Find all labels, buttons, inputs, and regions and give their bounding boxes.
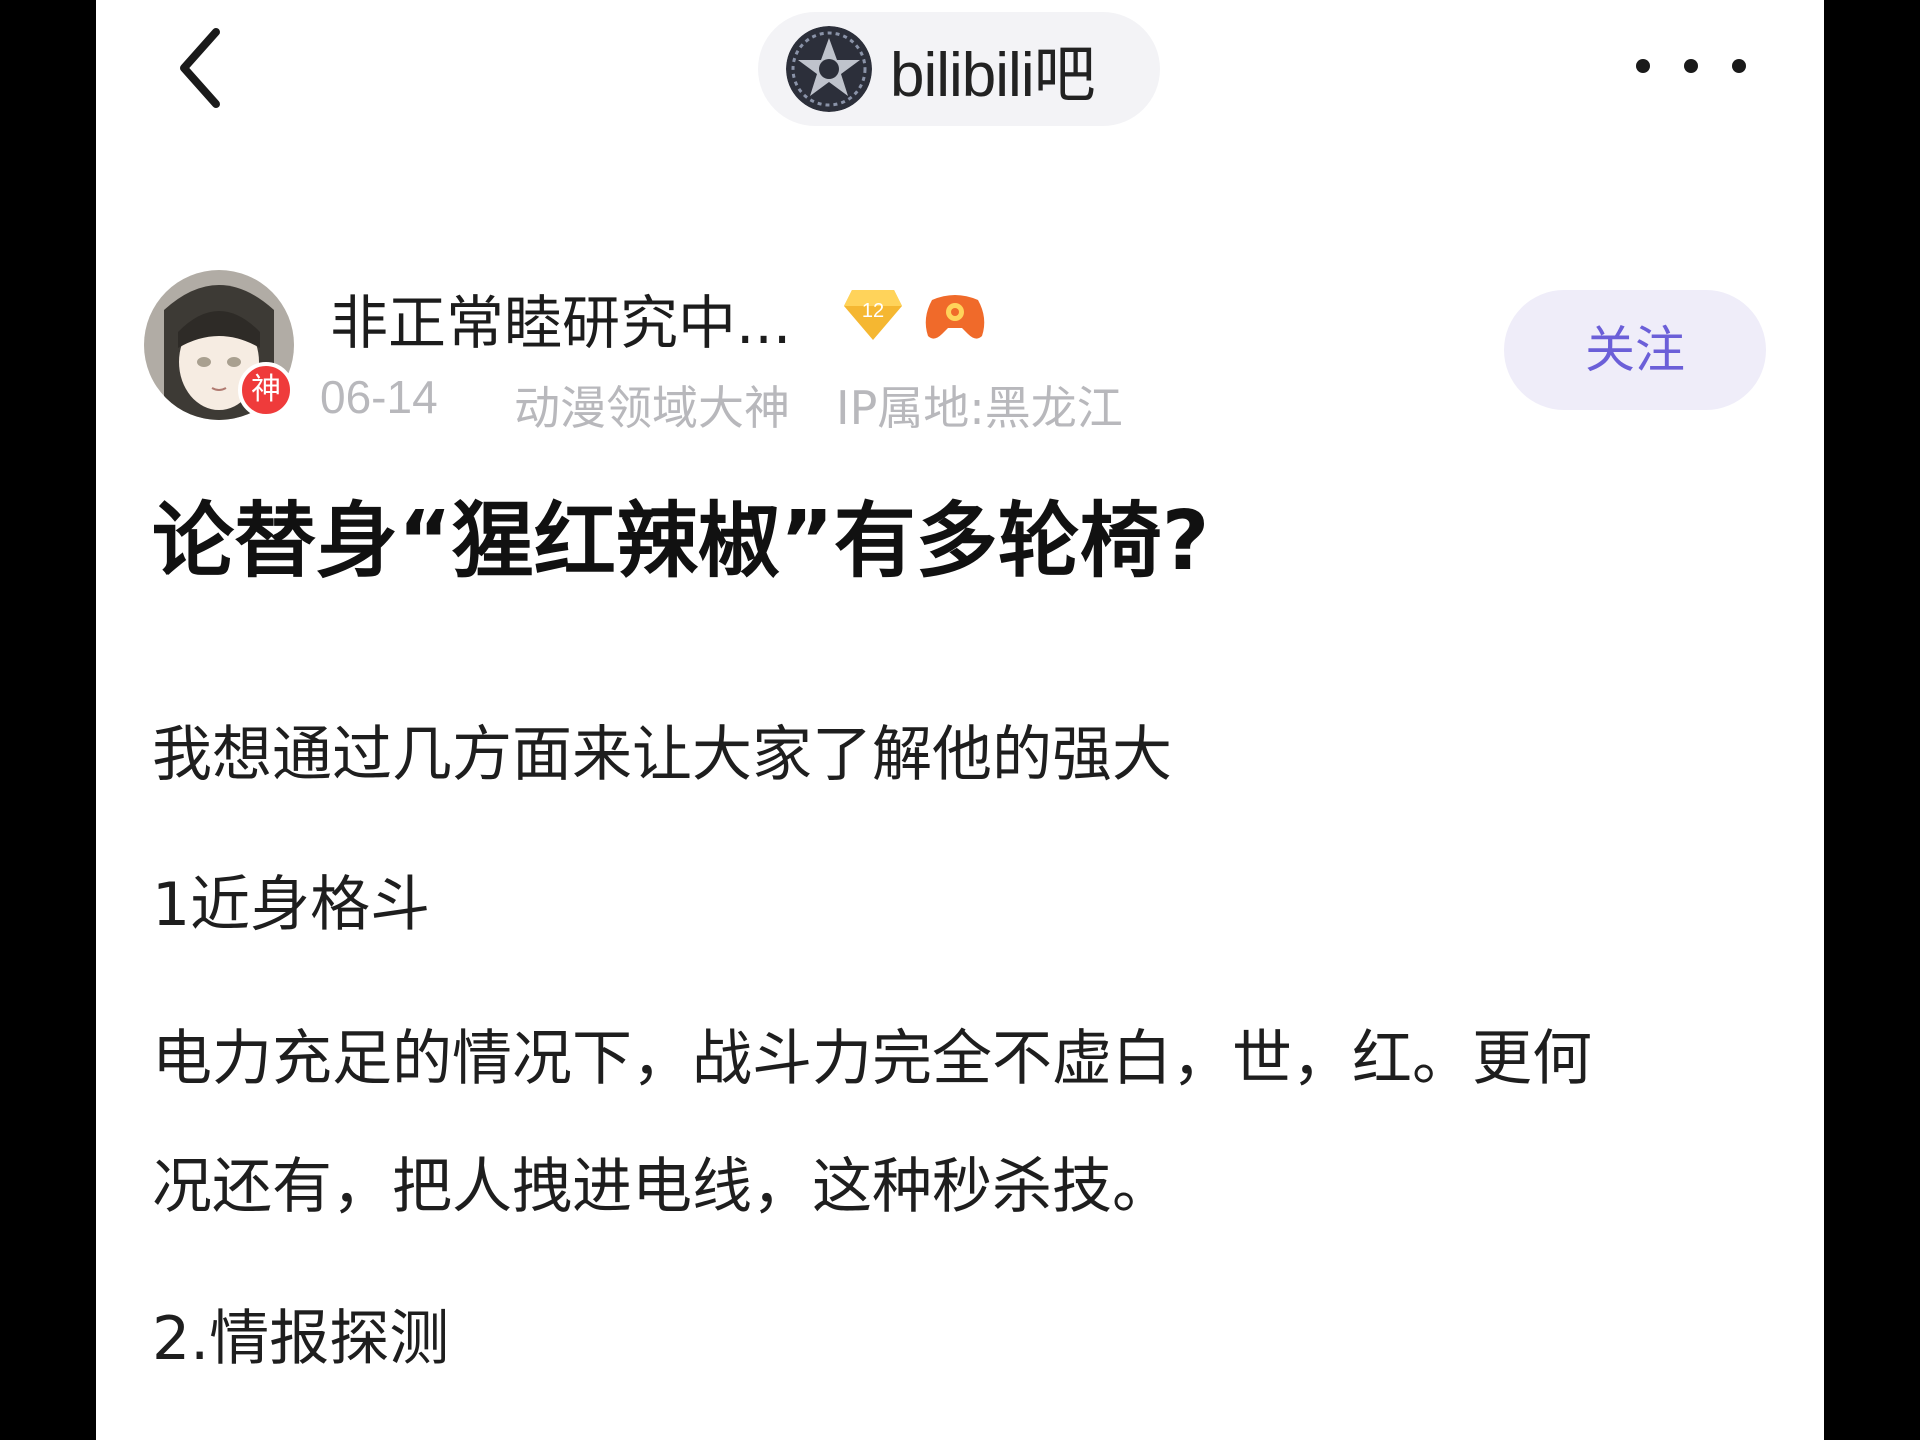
level-number: 12 (862, 300, 884, 322)
post-paragraph: 况还有，把人拽进电线，这种秒杀技。 (152, 1152, 1172, 1222)
forum-name: bilibili吧 (890, 41, 1096, 110)
post-paragraph: 2.情报探测 (152, 1304, 450, 1374)
forum-logo-icon (786, 26, 872, 112)
post-paragraph: 1近身格斗 (152, 870, 431, 940)
post-paragraph: 我想通过几方面来让大家了解他的强大 (152, 720, 1172, 790)
follow-button[interactable]: 关注 (1504, 290, 1766, 410)
god-badge: 神 (238, 362, 294, 418)
back-button[interactable] (166, 18, 246, 118)
author-name[interactable]: 非正常睦研究中... (330, 276, 791, 360)
ip-location: IP属地:黑龙江 (836, 381, 1123, 435)
post-screen: bilibili吧 神 非正常睦研究中... 12 06-14 动漫领域大神 I… (96, 0, 1824, 1440)
author-honor-title: 动漫领域大神 (514, 381, 790, 435)
more-options-button[interactable] (1636, 46, 1746, 86)
gamepad-icon (922, 288, 988, 344)
level-badge: 12 (842, 286, 904, 342)
forum-header-pill[interactable]: bilibili吧 (758, 12, 1160, 126)
more-horizontal-icon (1636, 59, 1650, 73)
chevron-left-icon (180, 28, 220, 108)
post-date: 06-14 (320, 371, 438, 423)
post-paragraph: 电力充足的情况下，战斗力完全不虚白，世，红。更何 (152, 1024, 1592, 1094)
post-title: 论替身“猩红辣椒”有多轮椅? (152, 494, 1210, 589)
